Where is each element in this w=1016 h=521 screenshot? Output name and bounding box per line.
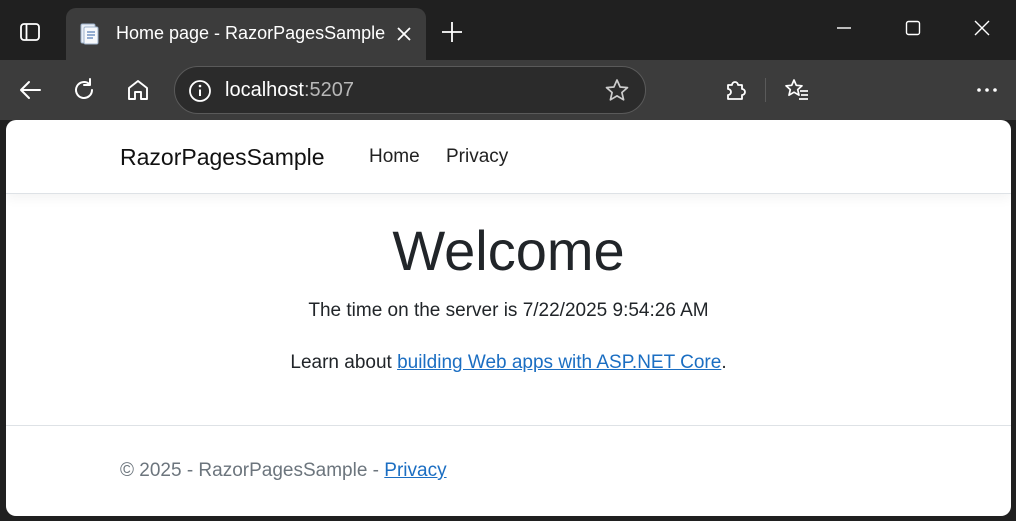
toolbar-separator	[765, 78, 766, 102]
nav-link-privacy[interactable]: Privacy	[446, 146, 508, 168]
page-viewport: RazorPagesSample Home Privacy Welcome Th…	[6, 120, 1011, 516]
url-port: :5207	[303, 79, 354, 101]
footer-copyright: © 2025 - RazorPagesSample -	[120, 460, 385, 481]
minimize-icon[interactable]	[821, 8, 867, 48]
site-brand-link[interactable]: RazorPagesSample	[120, 144, 325, 171]
info-icon[interactable]	[187, 78, 213, 104]
url-text[interactable]: localhost:5207	[225, 79, 354, 102]
url-host: localhost	[225, 79, 304, 101]
learn-paragraph: Learn about building Web apps with ASP.N…	[6, 352, 1011, 374]
nav-link-home[interactable]: Home	[369, 146, 420, 168]
footer-divider	[6, 425, 1011, 426]
footer: © 2025 - RazorPagesSample - Privacy	[120, 460, 447, 482]
learn-suffix: .	[721, 352, 727, 373]
site-navbar: RazorPagesSample Home Privacy	[6, 120, 1011, 194]
page-heading: Welcome	[392, 219, 625, 282]
close-window-icon[interactable]	[959, 8, 1005, 48]
server-time-text: The time on the server is 7/22/2025 9:54…	[308, 300, 709, 321]
refresh-icon[interactable]	[65, 71, 103, 109]
address-bar[interactable]: localhost:5207	[174, 66, 646, 114]
title-bar: Home page - RazorPagesSample	[0, 0, 1016, 60]
puzzle-icon[interactable]	[716, 71, 754, 109]
browser-tab[interactable]: Home page - RazorPagesSample	[66, 8, 426, 60]
maximize-icon[interactable]	[890, 8, 936, 48]
plus-icon[interactable]	[436, 14, 468, 50]
close-icon[interactable]	[392, 22, 416, 46]
browser-toolbar: localhost:5207	[0, 60, 1016, 120]
page-icon	[77, 22, 101, 46]
favorites-list-icon[interactable]	[778, 71, 816, 109]
learn-prefix: Learn about	[290, 352, 398, 373]
footer-privacy-link[interactable]: Privacy	[384, 460, 446, 481]
more-icon[interactable]	[968, 71, 1006, 109]
learn-link[interactable]: building Web apps with ASP.NET Core	[397, 352, 721, 373]
tab-actions-icon[interactable]	[12, 14, 48, 50]
star-icon[interactable]	[603, 77, 631, 105]
back-arrow-icon[interactable]	[11, 71, 49, 109]
tab-title: Home page - RazorPagesSample	[116, 23, 386, 43]
home-icon[interactable]	[119, 71, 157, 109]
